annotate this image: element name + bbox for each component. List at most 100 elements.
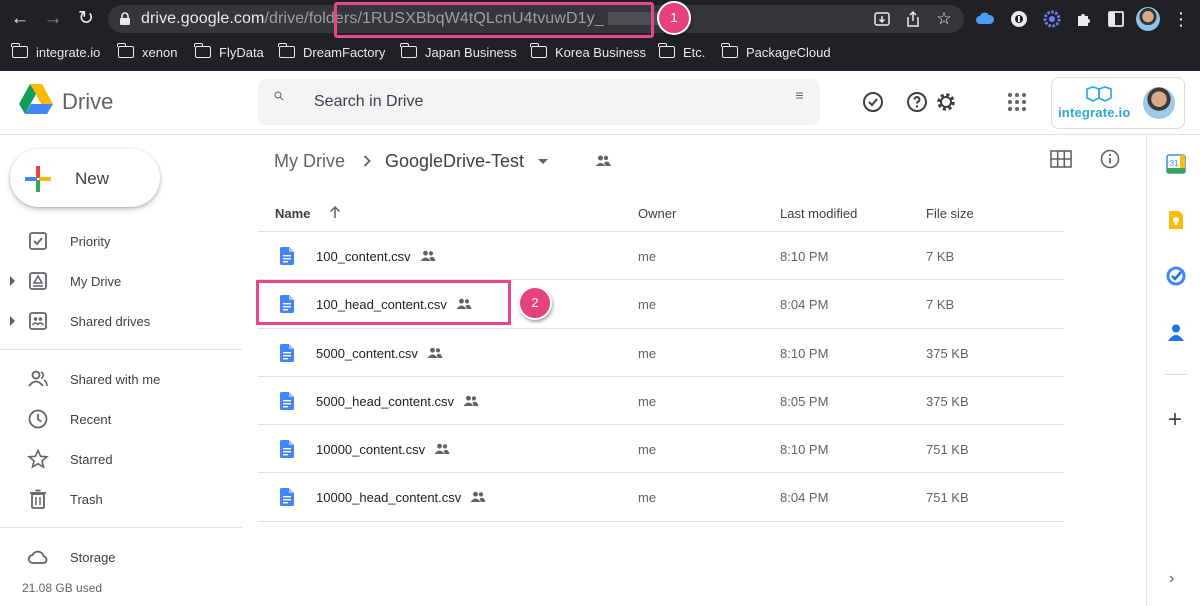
app-name[interactable]: Drive	[62, 89, 113, 115]
sidebar-item-priority[interactable]: Priority	[0, 225, 242, 257]
puzzle-extensions-icon[interactable]	[1074, 9, 1094, 29]
avatar[interactable]	[1143, 87, 1175, 119]
search-icon[interactable]	[274, 91, 284, 101]
file-last-modified: 8:10 PM	[780, 249, 829, 264]
table-header: Name Owner Last modified File size	[258, 194, 1064, 232]
file-name[interactable]: 5000_content.csv	[316, 346, 443, 361]
file-size: 7 KB	[926, 297, 955, 313]
expand-caret-icon[interactable]	[10, 316, 15, 326]
settings-gear-icon[interactable]	[934, 90, 958, 114]
folder-icon	[400, 43, 417, 58]
forward-arrow-icon[interactable]: →	[42, 8, 64, 30]
reload-icon[interactable]: ↻	[75, 8, 97, 30]
sidebar-item-starred[interactable]: Starred	[0, 443, 242, 475]
kebab-menu-icon[interactable]: ⋮	[1170, 8, 1192, 30]
grid-view-icon[interactable]	[1050, 150, 1072, 168]
shared-drives-icon	[29, 312, 47, 330]
calendar-icon[interactable]: 31	[1166, 154, 1186, 174]
clock-icon	[28, 409, 48, 429]
bookmark-folder[interactable]: integrate.io	[11, 43, 100, 61]
account-org-name: integrate.io	[1058, 105, 1131, 120]
bookmark-folder[interactable]: Korea Business	[530, 43, 647, 61]
file-list-table: Name Owner Last modified File size 100_c…	[258, 194, 1064, 522]
breadcrumb-my-drive[interactable]: My Drive	[274, 151, 345, 172]
column-header-owner[interactable]: Owner	[638, 206, 676, 221]
account-switcher[interactable]: integrate.io	[1051, 77, 1185, 129]
sidebar-item-storage[interactable]: Storage	[0, 541, 242, 573]
offline-ready-icon[interactable]	[861, 90, 885, 114]
file-name[interactable]: 5000_head_content.csv	[316, 394, 479, 409]
profile-avatar[interactable]	[1136, 7, 1160, 31]
share-icon[interactable]	[904, 10, 922, 28]
keep-icon[interactable]	[1166, 210, 1186, 230]
file-name[interactable]: 100_content.csv	[316, 249, 436, 264]
sidebar-item-shared-with-me[interactable]: Shared with me	[0, 363, 242, 395]
table-row[interactable]: 5000_content.csv me 8:10 PM 375 KB	[258, 329, 1064, 377]
password-extension-icon[interactable]	[1009, 9, 1029, 29]
gear-extension-icon[interactable]	[1042, 9, 1062, 29]
file-name-text: 100_content.csv	[316, 249, 411, 264]
document-file-icon	[280, 440, 294, 459]
file-name[interactable]: 10000_content.csv	[316, 442, 450, 457]
sidebar-item-shared-drives[interactable]: Shared drives	[0, 305, 242, 337]
file-last-modified: 8:10 PM	[780, 442, 829, 458]
file-name-text: 5000_content.csv	[316, 345, 418, 361]
new-button[interactable]: New	[10, 149, 160, 207]
expand-caret-icon[interactable]	[10, 276, 15, 286]
new-button-label: New	[75, 169, 110, 188]
bookmark-label: PackageCloud	[746, 44, 831, 60]
drive-logo-icon[interactable]	[18, 83, 54, 117]
document-file-icon	[280, 391, 294, 410]
sidebar-item-trash[interactable]: Trash	[0, 483, 242, 515]
column-header-name[interactable]: Name	[275, 206, 310, 221]
table-row[interactable]: 100_content.csv me 8:10 PM 7 KB	[258, 232, 1064, 281]
file-name[interactable]: 10000_head_content.csv	[316, 490, 486, 505]
info-icon[interactable]	[1100, 149, 1120, 169]
sidebar-item-label: Trash	[70, 492, 103, 507]
side-panel-toggle-icon[interactable]	[1106, 9, 1126, 29]
column-header-file-size[interactable]: File size	[926, 206, 974, 221]
cloud-extension-icon[interactable]	[975, 9, 995, 29]
folder-menu-caret-icon[interactable]	[538, 158, 549, 164]
install-icon[interactable]	[873, 10, 891, 28]
folder-icon	[11, 43, 28, 58]
bookmark-label: Korea Business	[555, 44, 647, 60]
table-row[interactable]: 5000_head_content.csv me 8:05 PM 375 KB	[258, 377, 1064, 426]
shared-people-icon	[463, 395, 479, 406]
search-options-icon[interactable]	[795, 91, 804, 100]
storage-used-text: 21.08 GB used	[22, 581, 103, 595]
tasks-icon[interactable]	[1166, 266, 1186, 286]
sidebar-item-label: Priority	[70, 234, 111, 249]
bookmark-folder[interactable]: Japan Business	[400, 43, 517, 61]
bookmark-label: Etc.	[683, 44, 706, 60]
search-input[interactable]	[314, 91, 734, 113]
shared-people-icon	[434, 443, 450, 455]
star-bookmark-icon[interactable]: ☆	[935, 10, 953, 28]
sidebar-divider	[0, 527, 242, 528]
bookmark-folder[interactable]: FlyData	[194, 43, 264, 61]
drive-header: Drive integrate.io	[0, 71, 1200, 135]
sidebar-item-label: Starred	[70, 452, 113, 467]
help-icon[interactable]	[905, 90, 929, 114]
bookmark-folder[interactable]: Etc.	[658, 43, 706, 61]
sidebar-item-recent[interactable]: Recent	[0, 403, 242, 435]
sort-ascending-arrow-icon[interactable]	[328, 205, 342, 219]
file-owner: me	[638, 490, 657, 506]
back-arrow-icon[interactable]: ←	[9, 8, 31, 30]
table-row[interactable]: 10000_head_content.csv me 8:04 PM 751 KB	[258, 473, 1064, 522]
folder-icon	[278, 43, 295, 58]
add-addon-plus-icon[interactable]: +	[1163, 408, 1187, 432]
google-apps-icon[interactable]	[1008, 93, 1026, 111]
shared-people-icon	[427, 347, 443, 358]
table-row[interactable]: 10000_content.csv me 8:10 PM 751 KB	[258, 425, 1064, 474]
bookmark-folder[interactable]: xenon	[117, 43, 177, 61]
sidebar: New Priority My Drive Shared drives Shar…	[0, 136, 250, 606]
column-header-last-modified[interactable]: Last modified	[780, 206, 857, 221]
contacts-icon[interactable]	[1166, 322, 1186, 342]
bookmark-folder[interactable]: PackageCloud	[721, 43, 831, 61]
sidebar-item-my-drive[interactable]: My Drive	[0, 265, 242, 297]
bookmark-folder[interactable]: DreamFactory	[278, 43, 385, 61]
breadcrumb-current-folder[interactable]: GoogleDrive-Test	[385, 151, 524, 172]
search-bar[interactable]	[258, 79, 820, 125]
expand-panel-chevron-icon[interactable]: ›	[1169, 571, 1183, 587]
